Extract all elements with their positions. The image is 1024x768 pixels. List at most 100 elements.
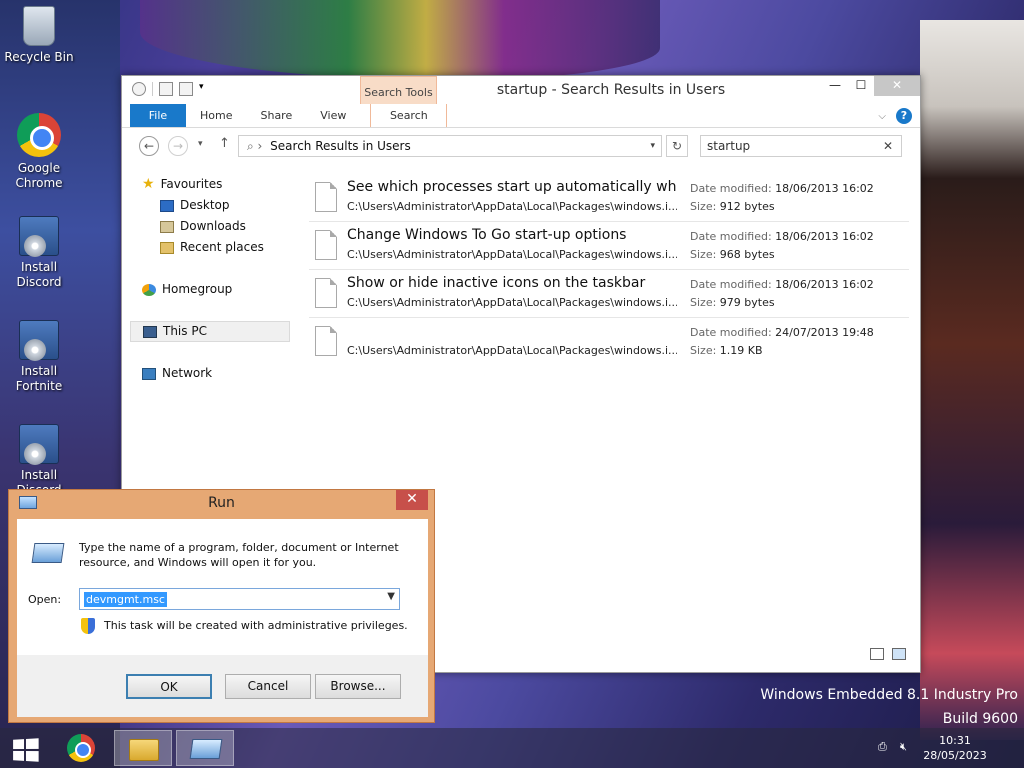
refresh-button[interactable]: ↻ <box>666 135 688 157</box>
nav-label: Recent places <box>180 240 264 254</box>
date-label: Date modified: <box>690 278 772 291</box>
size-label: Size: <box>690 344 717 357</box>
downloads-icon <box>160 220 174 233</box>
minimize-button[interactable]: — <box>822 76 848 96</box>
taskbar-chrome[interactable] <box>52 730 110 766</box>
search-input[interactable]: startup ✕ <box>700 135 902 157</box>
nav-item-homegroup[interactable]: Homegroup <box>130 279 290 300</box>
result-size: Size: 1.19 KB <box>690 344 763 357</box>
large-icons-view-icon[interactable] <box>892 648 906 660</box>
result-date: Date modified: 24/07/2013 19:48 <box>690 326 874 339</box>
start-button[interactable] <box>0 730 50 766</box>
desktop-icon-label: Install Discord <box>16 260 62 289</box>
privilege-note: This task will be created with administr… <box>104 619 408 632</box>
nav-label: Network <box>162 366 213 380</box>
result-title: Change Windows To Go start-up options <box>347 227 627 243</box>
tab-share[interactable]: Share <box>246 104 306 127</box>
divider <box>152 82 153 96</box>
tab-view[interactable]: View <box>306 104 360 127</box>
ok-button[interactable]: OK <box>126 674 212 699</box>
network-icon <box>142 367 156 380</box>
network-status-icon[interactable]: ⎙ <box>878 741 892 753</box>
computer-icon <box>143 325 157 338</box>
taskbar-run[interactable] <box>176 730 234 766</box>
nav-item-favourites[interactable]: ★ Favourites <box>130 174 290 195</box>
result-path: C:\Users\Administrator\AppData\Local\Pac… <box>347 296 677 309</box>
search-input-value: startup <box>707 139 751 153</box>
chevron-down-icon[interactable]: ▾ <box>199 82 213 96</box>
windows-logo-icon <box>13 738 39 762</box>
taskbar: ⎙ 🔇︎ 10:31 28/05/2023 <box>0 728 1024 768</box>
run-title: Run <box>208 495 235 511</box>
help-icon[interactable]: ? <box>896 108 912 124</box>
address-text: Search Results in Users <box>270 139 411 153</box>
result-title: See which processes start up automatical… <box>347 179 677 195</box>
expand-ribbon-icon[interactable]: ⌵ <box>878 111 886 122</box>
ribbon-tabs: File Home Share View Search ⌵ ? <box>122 104 920 128</box>
taskbar-file-explorer[interactable] <box>114 730 172 766</box>
result-size: Size: 912 bytes <box>690 200 775 213</box>
details-view-icon[interactable] <box>870 648 884 660</box>
document-icon <box>315 230 337 260</box>
up-button[interactable]: ↑ <box>219 136 230 151</box>
desktop-icon <box>160 199 174 212</box>
nav-label: Homegroup <box>162 282 233 296</box>
run-titlebar[interactable]: Run ✕ <box>9 490 434 516</box>
close-button[interactable]: ✕ <box>396 490 428 510</box>
list-item[interactable]: See which processes start up automatical… <box>309 174 909 222</box>
nav-label: Favourites <box>160 177 223 191</box>
desktop-icon-install-discord-2[interactable]: Install Discord <box>0 424 78 498</box>
desktop-icon-google-chrome[interactable]: Google Chrome <box>0 113 78 191</box>
tab-file[interactable]: File <box>130 104 186 127</box>
nav-item-desktop[interactable]: Desktop <box>130 195 290 216</box>
result-date: Date modified: 18/06/2013 16:02 <box>690 278 874 291</box>
clock[interactable]: 10:31 28/05/2023 <box>920 733 990 763</box>
volume-muted-icon[interactable]: 🔇︎ <box>900 741 914 753</box>
recent-locations-icon[interactable]: ▾ <box>198 139 203 149</box>
nav-item-recent-places[interactable]: Recent places <box>130 237 290 258</box>
size-value: 1.19 KB <box>719 344 763 357</box>
open-combobox[interactable]: devmgmt.msc ▼ <box>79 588 400 610</box>
clear-search-icon[interactable]: ✕ <box>883 136 893 156</box>
result-title: Show or hide inactive icons on the taskb… <box>347 275 646 291</box>
back-button[interactable]: ← <box>139 136 159 156</box>
chrome-icon <box>17 113 61 157</box>
list-item[interactable]: Show or hide inactive icons on the taskb… <box>309 270 909 318</box>
new-folder-icon[interactable] <box>179 82 193 96</box>
address-bar[interactable]: ⌕ › Search Results in Users ▾ <box>238 135 662 157</box>
wallpaper-right <box>920 20 1024 740</box>
list-item[interactable]: C:\Users\Administrator\AppData\Local\Pac… <box>309 318 909 366</box>
clock-date: 28/05/2023 <box>923 749 987 762</box>
explorer-titlebar[interactable]: ▾ Search Tools startup - Search Results … <box>122 76 920 104</box>
tab-search[interactable]: Search <box>370 104 448 127</box>
chevron-down-icon[interactable]: ▾ <box>650 136 655 156</box>
desktop-icon-recycle-bin[interactable]: Recycle Bin <box>0 6 78 65</box>
properties-icon[interactable] <box>159 82 173 96</box>
chevron-down-icon[interactable]: ▼ <box>387 591 395 602</box>
forward-button[interactable]: → <box>168 136 188 156</box>
result-path: C:\Users\Administrator\AppData\Local\Pac… <box>347 200 677 213</box>
desktop-icon-install-fortnite[interactable]: Install Fortnite <box>0 320 78 394</box>
homegroup-icon <box>142 283 156 296</box>
search-pin-icon[interactable] <box>132 82 146 96</box>
date-value: 24/07/2013 19:48 <box>775 326 874 339</box>
browse-button[interactable]: Browse... <box>315 674 401 699</box>
run-program-icon <box>31 543 65 563</box>
tab-home[interactable]: Home <box>186 104 246 127</box>
uac-shield-icon <box>81 618 95 634</box>
nav-item-network[interactable]: Network <box>130 363 290 384</box>
date-label: Date modified: <box>690 326 772 339</box>
nav-item-downloads[interactable]: Downloads <box>130 216 290 237</box>
nav-item-this-pc[interactable]: This PC <box>130 321 290 342</box>
list-item[interactable]: Change Windows To Go start-up options C:… <box>309 222 909 270</box>
close-button[interactable]: ✕ <box>874 76 920 96</box>
open-label: Open: <box>28 593 62 606</box>
nav-label: Downloads <box>180 219 246 233</box>
date-label: Date modified: <box>690 182 772 195</box>
size-label: Size: <box>690 248 717 261</box>
cancel-button[interactable]: Cancel <box>225 674 311 699</box>
result-size: Size: 979 bytes <box>690 296 775 309</box>
maximize-button[interactable]: ☐ <box>848 76 874 96</box>
desktop-icon-install-discord[interactable]: Install Discord <box>0 216 78 290</box>
result-path: C:\Users\Administrator\AppData\Local\Pac… <box>347 248 677 261</box>
